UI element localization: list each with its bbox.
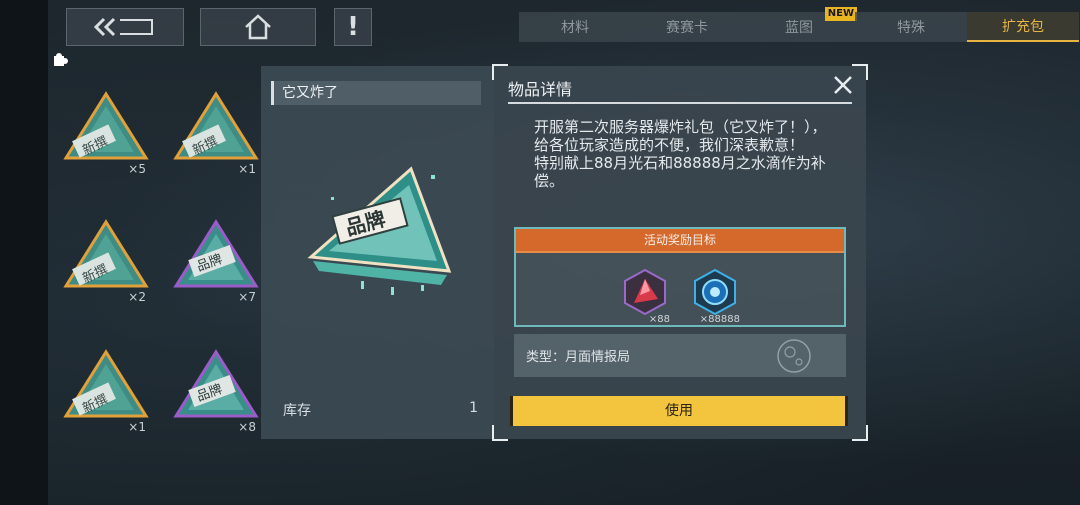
inventory-slot[interactable]: 新撰 ×1 [60, 344, 152, 436]
item-detail-panel: 物品详情 开服第二次服务器爆炸礼包（它又炸了！），给各位玩家造成的不便，我们深表… [492, 64, 868, 441]
item-description: 开服第二次服务器爆炸礼包（它又炸了！），给各位玩家造成的不便，我们深表歉意！ 特… [534, 118, 827, 190]
reward-header: 活动奖励目标 [516, 229, 844, 253]
item-name: 它又炸了 [271, 81, 481, 105]
close-button[interactable] [832, 74, 854, 96]
puzzle-icon[interactable] [52, 52, 70, 70]
inventory-slot[interactable]: 品牌 ×7 [170, 214, 262, 306]
inventory-slot[interactable]: 新撰 ×1 [170, 86, 262, 178]
home-icon [245, 14, 271, 40]
stock-label: 库存 [283, 403, 311, 419]
moon-globe-icon [777, 339, 811, 373]
alert-button[interactable]: ! [334, 8, 372, 46]
home-button[interactable] [200, 8, 316, 46]
back-button[interactable] [66, 8, 184, 46]
reward-item[interactable]: ×88888 [690, 267, 740, 325]
new-badge: NEW [824, 7, 857, 21]
brand-pack-large-icon: 品牌 [307, 166, 452, 295]
inventory-slot[interactable]: 新撰 ×2 [60, 214, 152, 306]
reward-item[interactable]: ×88 [620, 267, 670, 325]
tab-cards[interactable]: 赛赛卡 [631, 12, 743, 42]
item-info-panel: 它又炸了 品牌 库存 1 [261, 66, 494, 439]
tab-expansion-pack[interactable]: 扩充包 [967, 12, 1079, 42]
panel-corner [852, 425, 868, 441]
panel-corner [852, 64, 868, 80]
detail-title: 物品详情 [508, 80, 573, 99]
inventory-slot[interactable]: 新撰 ×5 [60, 86, 152, 178]
panel-corner [492, 425, 508, 441]
left-edge [0, 0, 48, 505]
item-type: 类型：月面情报局 [526, 350, 631, 365]
tab-special[interactable]: 特殊 [855, 12, 967, 42]
reward-box: 活动奖励目标 ×88 ×88888 [514, 227, 846, 327]
stock-value: 1 [469, 400, 478, 416]
moonstone-icon [624, 268, 666, 316]
close-icon [834, 76, 852, 94]
back-arrow-icon [93, 17, 153, 37]
panel-corner [492, 64, 508, 80]
use-button[interactable]: 使用 [510, 396, 848, 426]
tab-blueprint[interactable]: 蓝图 NEW [743, 7, 857, 42]
tab-materials[interactable]: 材料 [519, 12, 631, 42]
inventory-slot[interactable]: 品牌 ×8 [170, 344, 262, 436]
item-type-row: 类型：月面情报局 [514, 334, 846, 377]
exclamation-icon: ! [347, 12, 359, 42]
title-divider [508, 102, 852, 104]
moon-water-icon [694, 268, 736, 316]
